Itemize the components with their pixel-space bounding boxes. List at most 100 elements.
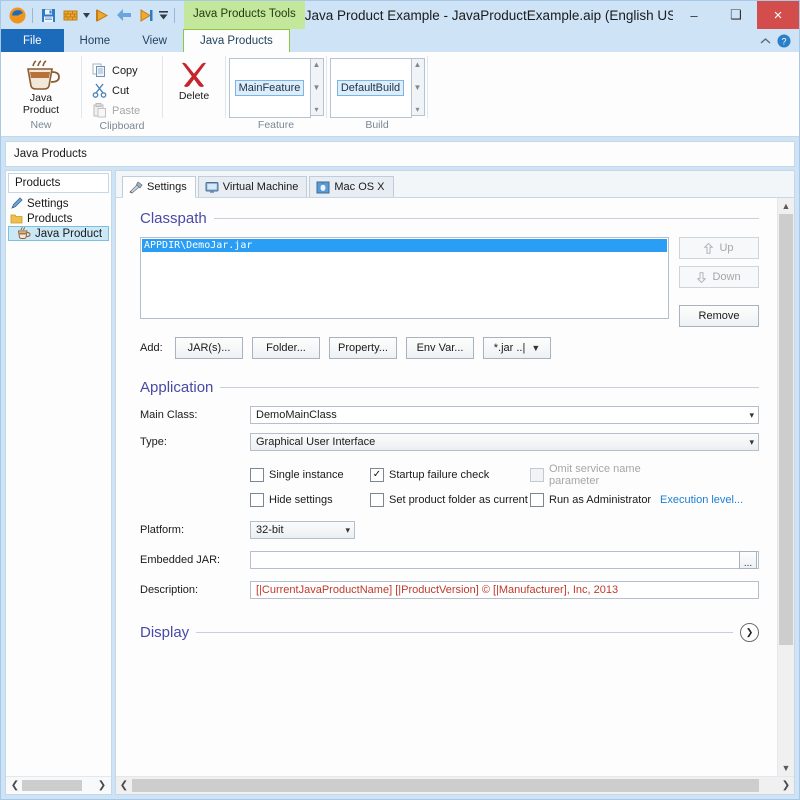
browse-button[interactable]: ... <box>739 551 757 569</box>
checkbox-box[interactable]: ✓ <box>370 468 384 482</box>
scroll-up-icon[interactable]: ▲ <box>778 198 794 214</box>
list-item[interactable]: APPDIR\DemoJar.jar <box>142 239 667 252</box>
gallery-down-icon[interactable]: ▼ <box>313 83 321 92</box>
type-combo[interactable]: Graphical User Interface ▾ <box>250 433 759 451</box>
close-button[interactable]: × <box>757 1 799 29</box>
build-icon[interactable] <box>59 4 81 26</box>
delete-button[interactable]: Delete <box>171 58 217 102</box>
add-jars-button[interactable]: JAR(s)... <box>175 337 243 359</box>
scroll-left-icon[interactable]: ❮ <box>116 780 132 791</box>
scroll-left-icon[interactable]: ❮ <box>8 780 22 791</box>
checkbox-set-product-folder[interactable]: Set product folder as current <box>370 493 530 507</box>
gallery-up-icon[interactable]: ▲ <box>313 60 321 69</box>
checkbox-omit-service-name[interactable]: Omit service name parameter <box>530 463 680 487</box>
main-class-combo[interactable]: DemoMainClass ▾ <box>250 406 759 424</box>
classpath-listbox[interactable]: APPDIR\DemoJar.jar <box>140 237 669 319</box>
gallery-down-icon[interactable]: ▼ <box>414 83 422 92</box>
embedded-jar-row: Embedded JAR: ... <box>140 551 759 569</box>
sidebar-item-java-product[interactable]: Java Product <box>8 226 109 241</box>
scroll-down-icon[interactable]: ▼ <box>778 760 794 776</box>
scroll-right-icon[interactable]: ❯ <box>95 780 109 791</box>
platform-combo[interactable]: 32-bit ▾ <box>250 521 355 539</box>
checkbox-box[interactable] <box>250 468 264 482</box>
vscroll-track[interactable] <box>778 214 794 760</box>
scroll-right-icon[interactable]: ❯ <box>778 780 794 791</box>
tab-view[interactable]: View <box>126 29 183 52</box>
tab-settings[interactable]: Settings <box>122 176 196 198</box>
move-down-button[interactable]: Down <box>679 266 759 288</box>
checkbox-box[interactable] <box>250 493 264 507</box>
copy-button[interactable]: Copy <box>90 61 146 80</box>
cut-button[interactable]: Cut <box>90 81 146 100</box>
description-row: Description: [|CurrentJavaProductName] [… <box>140 581 759 599</box>
classpath-row: APPDIR\DemoJar.jar Up <box>140 237 759 327</box>
checkbox-single-instance[interactable]: Single instance <box>250 468 370 482</box>
checkbox-label: Startup failure check <box>389 469 489 481</box>
chevron-down-icon[interactable]: ▾ <box>749 437 754 448</box>
add-property-button[interactable]: Property... <box>329 337 397 359</box>
content-hscrollbar[interactable]: ❮ ❯ <box>116 776 794 794</box>
add-folder-button[interactable]: Folder... <box>252 337 320 359</box>
main-class-value: DemoMainClass <box>256 409 337 421</box>
sidebar-item-products[interactable]: Products <box>8 211 109 226</box>
checkbox-box[interactable] <box>530 493 544 507</box>
checkbox-row-1: Single instance ✓ Startup failure check … <box>250 463 759 487</box>
hscroll-track[interactable] <box>132 779 778 792</box>
execution-level-link[interactable]: Execution level... <box>660 494 743 506</box>
feature-selected-item[interactable]: MainFeature <box>235 80 305 96</box>
gallery-more-icon[interactable]: ▾ <box>415 105 419 114</box>
content-vscrollbar[interactable]: ▲ ▼ <box>777 198 794 776</box>
chevron-up-icon[interactable] <box>760 37 771 45</box>
app-icon[interactable] <box>6 4 28 26</box>
add-env-var-button[interactable]: Env Var... <box>406 337 474 359</box>
tab-mac-os-x[interactable]: Mac OS X <box>309 176 393 197</box>
description-field[interactable]: [|CurrentJavaProductName] [|ProductVersi… <box>250 581 759 599</box>
section-title: Display <box>140 624 189 641</box>
chevron-down-icon[interactable]: ▼ <box>531 343 540 353</box>
checkbox-run-as-administrator[interactable]: Run as Administrator <box>530 493 660 507</box>
display-section-header: Display ❯ <box>140 623 759 642</box>
add-filter-split-button[interactable]: *.jar ..| ▼ <box>483 337 551 359</box>
build-gallery[interactable]: DefaultBuild ▲ ▼ ▾ <box>330 58 425 118</box>
arrow-up-icon <box>704 243 713 254</box>
customize-qat-icon[interactable] <box>157 4 170 26</box>
hscroll-thumb[interactable] <box>132 779 759 792</box>
checkbox-startup-failure-check[interactable]: ✓ Startup failure check <box>370 468 530 482</box>
tab-file[interactable]: File <box>1 29 64 52</box>
build-selected-item[interactable]: DefaultBuild <box>337 80 404 96</box>
window-title: Java Product Example - JavaProductExampl… <box>305 8 673 23</box>
chevron-down-icon[interactable]: ▾ <box>749 410 754 421</box>
pen-icon <box>10 197 23 210</box>
help-icon[interactable]: ? <box>777 34 791 48</box>
embedded-jar-field[interactable]: ... <box>250 551 759 569</box>
maximize-button[interactable]: ❑ <box>715 1 757 29</box>
sidebar-item-settings[interactable]: Settings <box>8 196 109 211</box>
move-up-button[interactable]: Up <box>679 237 759 259</box>
gallery-up-icon[interactable]: ▲ <box>414 60 422 69</box>
vscroll-thumb[interactable] <box>779 214 793 645</box>
save-icon[interactable] <box>37 4 59 26</box>
gallery-more-icon[interactable]: ▾ <box>314 105 318 114</box>
build-dropdown-icon[interactable] <box>81 4 91 26</box>
java-product-new-button[interactable]: Java Product <box>9 58 73 116</box>
tab-virtual-machine[interactable]: Virtual Machine <box>198 176 308 197</box>
chevron-down-icon[interactable]: ▾ <box>345 525 350 536</box>
sidebar-scroll-thumb[interactable] <box>22 780 82 791</box>
tab-java-products[interactable]: Java Products <box>183 29 290 52</box>
checkbox-hide-settings[interactable]: Hide settings <box>250 493 370 507</box>
run-icon[interactable] <box>91 4 113 26</box>
build-gallery-scrollbar[interactable]: ▲ ▼ ▾ <box>412 58 425 116</box>
cut-icon <box>92 83 107 98</box>
sidebar-hscrollbar[interactable]: ❮ ❯ <box>6 776 111 794</box>
remove-button[interactable]: Remove <box>679 305 759 327</box>
forward-icon[interactable] <box>135 4 157 26</box>
feature-gallery-scrollbar[interactable]: ▲ ▼ ▾ <box>311 58 324 116</box>
feature-gallery[interactable]: MainFeature ▲ ▼ ▾ <box>229 58 324 118</box>
paste-button[interactable]: Paste <box>90 101 146 120</box>
display-section: Display ❯ <box>116 623 777 642</box>
checkbox-box[interactable] <box>370 493 384 507</box>
minimize-button[interactable]: – <box>673 1 715 29</box>
chevron-down-icon[interactable]: ❯ <box>740 623 759 642</box>
back-icon[interactable] <box>113 4 135 26</box>
tab-home[interactable]: Home <box>64 29 127 52</box>
